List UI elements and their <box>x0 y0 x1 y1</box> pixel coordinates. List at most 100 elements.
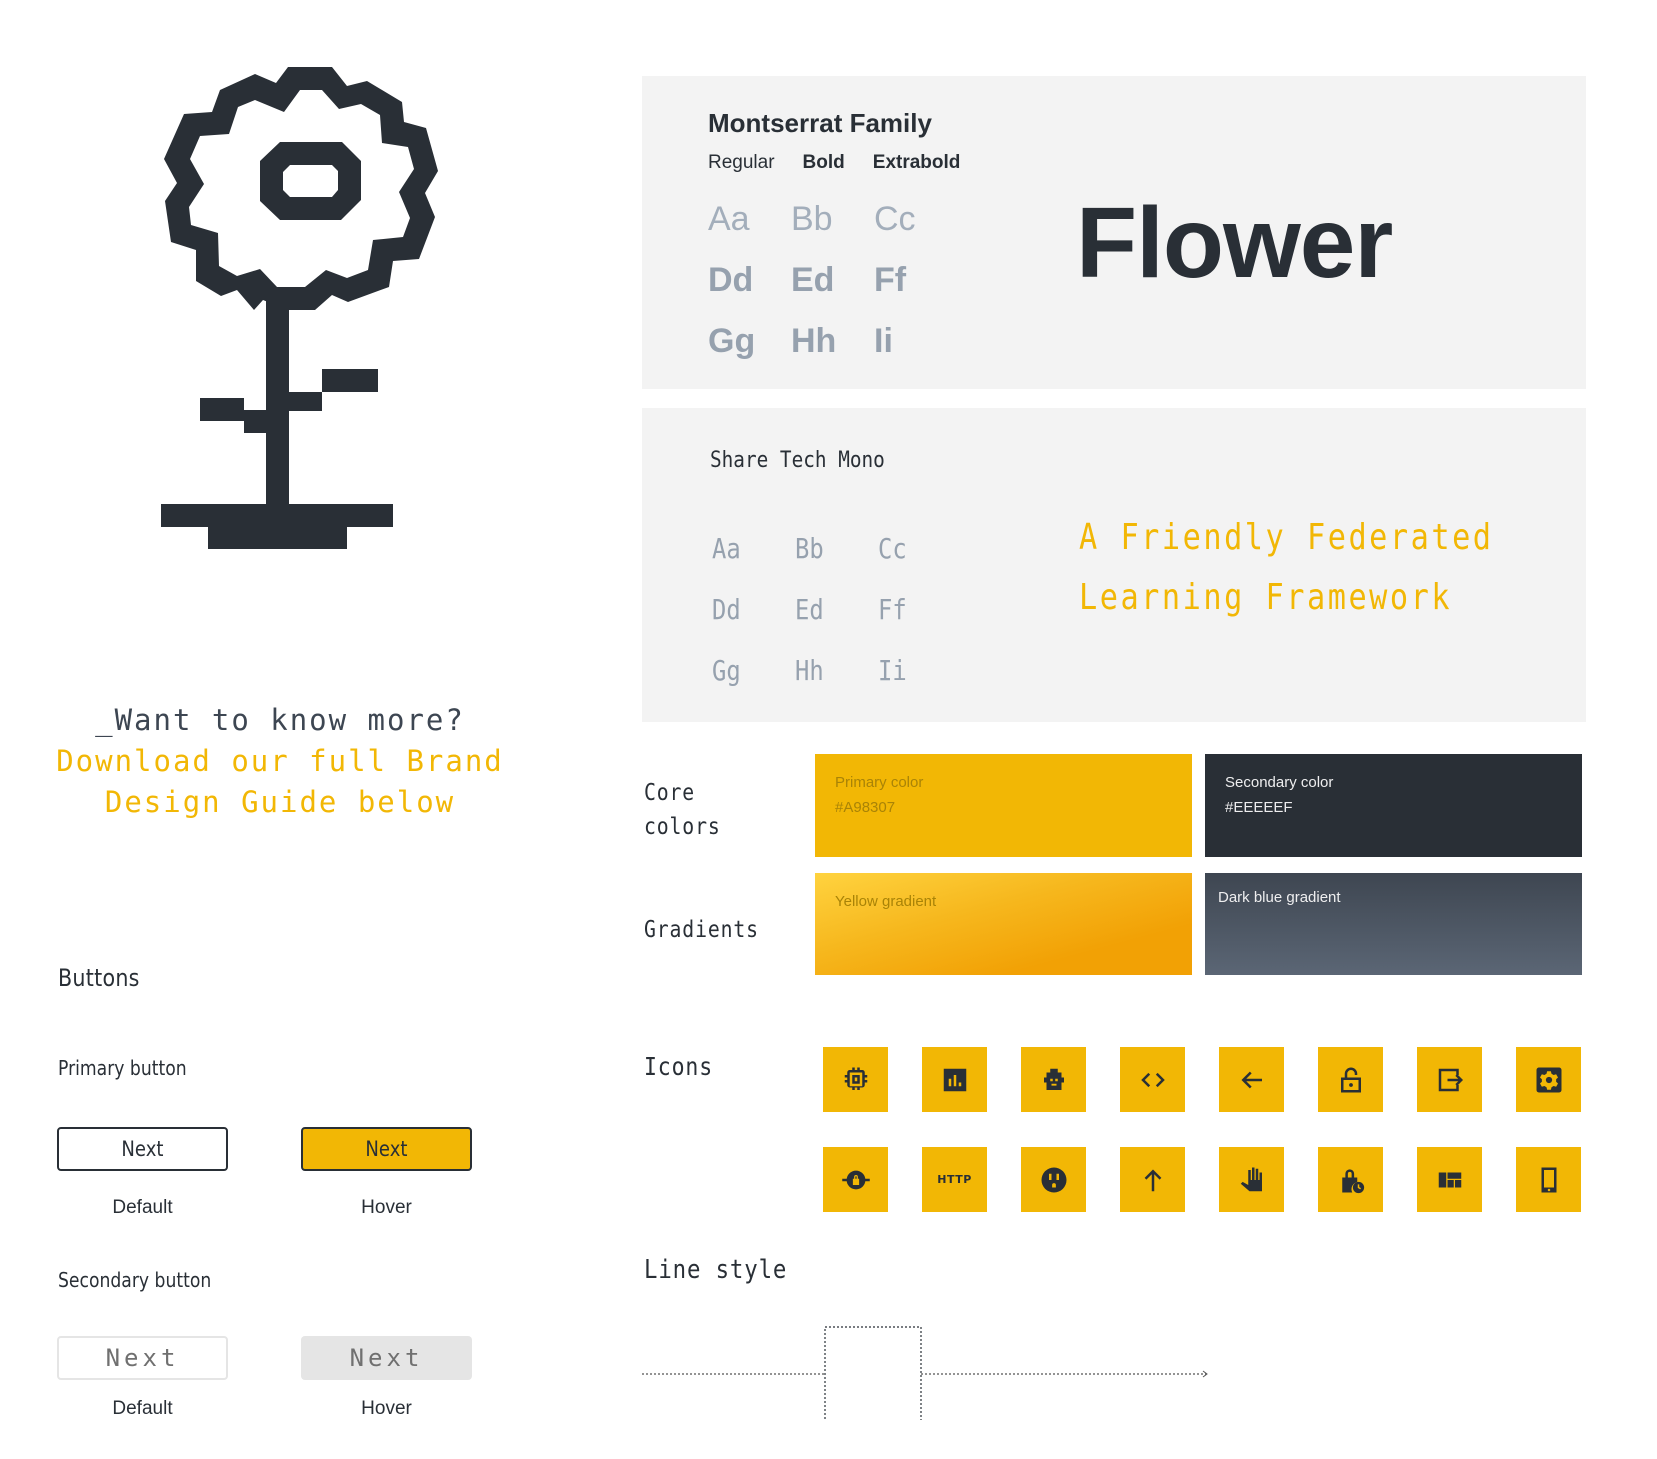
icon-tile-lock-open[interactable] <box>1318 1047 1383 1112</box>
glyph-sample: Dd <box>712 593 741 626</box>
cta-download-line2[interactable]: Design Guide below <box>40 782 520 823</box>
montserrat-weights: Regular Bold Extrabold <box>708 152 960 174</box>
glyph-sample: Ed <box>795 593 824 626</box>
arrow-left-icon <box>1240 1071 1262 1088</box>
flower-wordmark: Flower <box>1076 187 1393 299</box>
dashboard-icon <box>1438 1172 1461 1187</box>
cta-question: _Want to know more? <box>95 703 465 737</box>
code-icon <box>1140 1072 1165 1087</box>
icon-tile-hand[interactable] <box>1219 1147 1284 1212</box>
tagline: A Friendly Federated Learning Framework <box>1079 508 1494 628</box>
vpn-lock-icon <box>841 1170 870 1189</box>
primary-button-hover[interactable]: Next <box>301 1127 472 1171</box>
robot-icon <box>1043 1068 1064 1090</box>
glyph-sample: Dd <box>708 261 754 299</box>
primary-hover-state-label: Hover <box>361 1197 412 1218</box>
glyph-sample: Aa <box>712 532 741 565</box>
glyph-sample: Ed <box>791 261 835 299</box>
icon-tile-dashboard[interactable] <box>1417 1147 1482 1212</box>
core-colors-label-line2: colors <box>644 814 721 840</box>
arrow-up-icon <box>1144 1168 1161 1191</box>
settings-icon <box>1536 1067 1561 1092</box>
icon-tile-power-outlet[interactable] <box>1021 1147 1086 1212</box>
lock-open-icon <box>1340 1067 1361 1092</box>
chip-icon <box>844 1067 867 1090</box>
glyph-sample: Cc <box>874 200 916 238</box>
icons-label: Icons <box>644 1052 714 1081</box>
smartphone-icon <box>1541 1167 1556 1192</box>
logout-icon <box>1438 1068 1463 1091</box>
glyph-sample: Ii <box>874 322 893 360</box>
glyph-sample: Ff <box>874 261 907 299</box>
glyph-sample: Cc <box>878 532 907 565</box>
dark-blue-gradient-swatch: Dark blue gradient <box>1205 873 1582 975</box>
glyph-sample: Gg <box>708 322 756 360</box>
line-style-sample <box>642 1326 1208 1420</box>
primary-button-default-text: Next <box>121 1137 164 1161</box>
icon-tile-arrow-up[interactable] <box>1120 1147 1185 1212</box>
gradients-label: Gradients <box>644 917 759 943</box>
weight-extrabold: Extrabold <box>872 152 961 173</box>
icon-tile-http[interactable]: HTTP <box>922 1147 987 1212</box>
buttons-heading: Buttons <box>58 964 140 992</box>
mono-glyph-grid: Aa Bb Cc Dd Ed Ff Gg Hh Ii <box>712 518 961 701</box>
icon-tile-lock-clock[interactable] <box>1318 1147 1383 1212</box>
icon-tile-chip[interactable] <box>823 1047 888 1112</box>
flower-logo <box>161 67 438 549</box>
secondary-default-state-label: Default <box>112 1398 173 1419</box>
icon-tile-smartphone[interactable] <box>1516 1147 1581 1212</box>
icon-tile-vpn-lock[interactable] <box>823 1147 888 1212</box>
icon-tile-bar-chart[interactable] <box>922 1047 987 1112</box>
core-colors-label-line1: Core <box>644 780 696 806</box>
secondary-color-swatch: Secondary color #EEEEEF <box>1205 754 1582 857</box>
icon-tile-logout[interactable] <box>1417 1047 1482 1112</box>
yellow-gradient-name: Yellow gradient <box>835 893 937 910</box>
bar-chart-icon <box>943 1068 966 1091</box>
icon-tile-code[interactable] <box>1120 1047 1185 1112</box>
glyph-sample: Hh <box>795 654 824 687</box>
glyph-sample: Aa <box>708 200 750 238</box>
montserrat-typography-panel: Montserrat Family Regular Bold Extrabold… <box>642 76 1586 389</box>
icon-tile-settings[interactable] <box>1516 1047 1581 1112</box>
secondary-button-hover[interactable]: Next <box>301 1336 472 1380</box>
secondary-button-default[interactable]: Next <box>57 1336 228 1380</box>
dark-blue-gradient-name: Dark blue gradient <box>1218 889 1341 906</box>
glyph-sample: Bb <box>795 532 824 565</box>
secondary-color-name: Secondary color <box>1225 774 1334 791</box>
icon-tile-arrow-left[interactable] <box>1219 1047 1284 1112</box>
glyph-sample: Ff <box>878 593 907 626</box>
core-colors-label: Core colors <box>644 776 721 844</box>
primary-button-default[interactable]: Next <box>57 1127 228 1171</box>
weight-regular: Regular <box>708 152 775 173</box>
power-outlet-icon <box>1041 1167 1066 1192</box>
hand-icon <box>1240 1167 1262 1191</box>
primary-button-hover-text: Next <box>365 1137 408 1161</box>
glyph-sample: Ii <box>878 654 907 687</box>
line-style-label: Line style <box>644 1255 788 1285</box>
secondary-button-label: Secondary button <box>58 1268 212 1292</box>
secondary-hover-state-label: Hover <box>361 1398 412 1419</box>
primary-color-hex: #A98307 <box>835 799 896 816</box>
tagline-line1: A Friendly Federated <box>1079 517 1494 558</box>
share-tech-mono-title: Share Tech Mono <box>710 448 885 473</box>
primary-default-state-label: Default <box>112 1197 173 1218</box>
montserrat-title: Montserrat Family <box>708 108 932 138</box>
brand-guide-cta: _Want to know more? Download our full Br… <box>40 700 520 823</box>
weight-bold: Bold <box>802 152 845 173</box>
dotted-box <box>824 1326 922 1420</box>
montserrat-glyph-grid: Aa Bb Cc Dd Ed Ff Gg Hh Ii <box>708 189 957 372</box>
primary-color-swatch: Primary color #A98307 <box>815 754 1192 857</box>
tagline-line2: Learning Framework <box>1079 577 1453 618</box>
secondary-color-hex: #EEEEEF <box>1225 799 1293 816</box>
cta-download-line1[interactable]: Download our full Brand <box>40 741 520 782</box>
icon-tile-robot[interactable] <box>1021 1047 1086 1112</box>
glyph-sample: Bb <box>791 200 833 238</box>
share-tech-mono-panel: Share Tech Mono Aa Bb Cc Dd Ed Ff Gg Hh … <box>642 408 1586 722</box>
yellow-gradient-swatch: Yellow gradient <box>815 873 1192 975</box>
secondary-button-default-text: Next <box>105 1344 180 1372</box>
primary-button-label: Primary button <box>58 1056 187 1080</box>
primary-color-name: Primary color <box>835 774 924 791</box>
glyph-sample: Gg <box>712 654 741 687</box>
secondary-button-hover-text: Next <box>349 1344 424 1372</box>
lock-clock-icon <box>1341 1168 1364 1193</box>
